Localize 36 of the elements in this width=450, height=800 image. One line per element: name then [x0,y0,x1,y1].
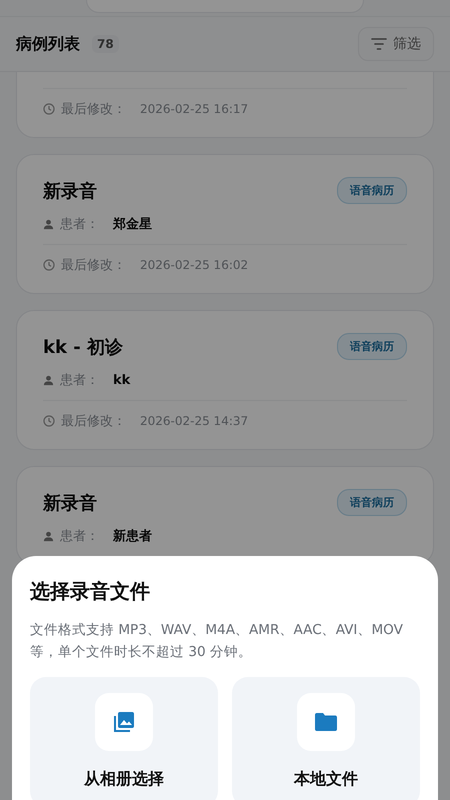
person-icon [43,374,54,386]
filter-button[interactable]: 筛选 [358,27,434,61]
patient-label: 患者： [60,528,99,545]
clock-icon [43,259,55,271]
type-tag: 语音病历 [337,177,407,204]
source-option[interactable]: 本地文件 [232,677,420,800]
folder-icon [314,712,338,732]
type-tag: 语音病历 [337,489,407,516]
modified-label: 最后修改： [61,257,126,274]
case-title: 新录音 [43,492,97,514]
clock-icon [43,415,55,427]
person-icon [43,530,54,542]
filter-icon [371,38,387,50]
case-count: 78 [92,35,119,53]
patient-label: 患者： [60,216,99,233]
case-card[interactable]: kk - 初诊 语音病历 患者： kk 最后修改： 2026-02-25 14:37 [16,310,434,450]
patient-label: 患者： [60,372,99,389]
photos-icon [113,711,135,733]
clock-icon [43,103,55,115]
patient-name: kk [113,372,130,388]
sheet-title: 选择录音文件 [30,578,151,605]
sheet-description: 文件格式支持 MP3、WAV、M4A、AMR、AAC、AVI、MOV 等，单个文件时长不超过 30 分钟。 [30,621,404,662]
modified-label: 最后修改： [61,413,126,430]
case-card[interactable]: 新录音 语音病历 患者： 郑金星 最后修改： 2026-02-25 16:02 [16,154,434,294]
modified-time: 2026-02-25 14:37 [140,414,248,428]
patient-name: 新患者 [113,528,152,545]
modified-time: 2026-02-25 16:02 [140,258,248,272]
modified-time: 2026-02-25 16:17 [140,102,248,116]
case-title: kk - 初诊 [43,336,123,358]
source-option[interactable]: 从相册选择 [30,677,218,800]
case-title: 新录音 [43,180,97,202]
modified-label: 最后修改： [61,101,126,118]
type-tag: 语音病历 [337,333,407,360]
patient-name: 郑金星 [113,216,152,233]
page-title: 病例列表 [16,34,80,54]
person-icon [43,218,54,230]
